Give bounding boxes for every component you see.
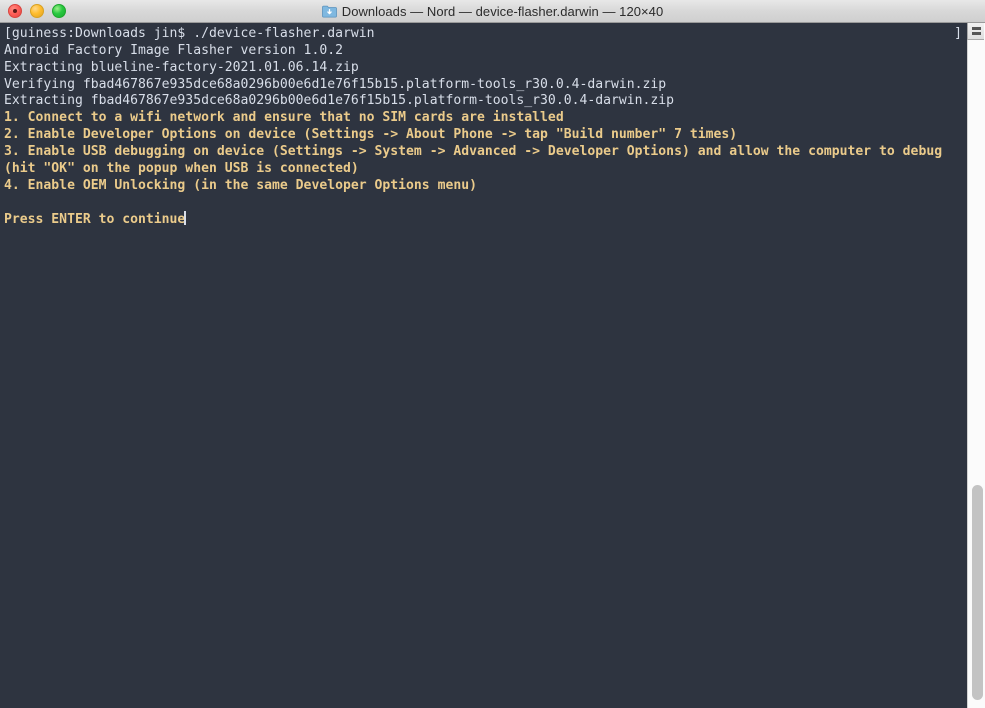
terminal-line-text: Press ENTER to continue: [4, 212, 186, 228]
terminal-output: [guiness:Downloads jin$ ./device-flasher…: [0, 26, 967, 228]
split-bar-bottom-icon: [971, 32, 981, 35]
terminal-window: Downloads — Nord — device-flasher.darwin…: [0, 0, 985, 708]
terminal-line: Extracting fbad467867e935dce68a0296b00e6…: [0, 93, 967, 110]
terminal-line: 2. Enable Developer Options on device (S…: [0, 127, 967, 144]
terminal-line-text: Extracting fbad467867e935dce68a0296b00e6…: [4, 93, 675, 109]
terminal-line-text: 1. Connect to a wifi network and ensure …: [4, 110, 564, 126]
terminal-line-text: (hit "OK" on the popup when USB is conne…: [4, 160, 359, 176]
terminal-line: 1. Connect to a wifi network and ensure …: [0, 110, 967, 127]
window-title-group: Downloads — Nord — device-flasher.darwin…: [0, 0, 985, 22]
terminal-line-text: 3. Enable USB debugging on device (Setti…: [4, 143, 943, 159]
terminal-line-text: Verifying fbad467867e935dce68a0296b00e6d…: [4, 76, 667, 92]
window-title-text: Downloads — Nord — device-flasher.darwin…: [341, 3, 664, 19]
terminal-line: Extracting blueline-factory-2021.01.06.1…: [0, 60, 967, 77]
zoom-button[interactable]: [52, 4, 66, 18]
terminal-line-text: Extracting blueline-factory-2021.01.06.1…: [4, 59, 359, 75]
terminal-line: Android Factory Image Flasher version 1.…: [0, 43, 967, 60]
terminal-line-text: Android Factory Image Flasher version 1.…: [4, 42, 343, 58]
downloads-folder-icon: [321, 5, 337, 18]
terminal-line-text: 4. Enable OEM Unlocking (in the same Dev…: [4, 177, 477, 193]
terminal-line: Press ENTER to continue: [0, 211, 967, 228]
terminal-line: (hit "OK" on the popup when USB is conne…: [0, 161, 967, 178]
terminal-line-text: 2. Enable Developer Options on device (S…: [4, 127, 738, 143]
terminal-line: Verifying fbad467867e935dce68a0296b00e6d…: [0, 77, 967, 94]
split-bar-top-icon: [971, 27, 981, 30]
terminal-line-text: [guiness:Downloads jin$ ./device-flasher…: [4, 26, 375, 41]
terminal-screen[interactable]: [guiness:Downloads jin$ ./device-flasher…: [0, 23, 967, 708]
terminal-line: [guiness:Downloads jin$ ./device-flasher…: [0, 26, 967, 43]
terminal-line: 3. Enable USB debugging on device (Setti…: [0, 144, 967, 161]
minimize-button[interactable]: [30, 4, 44, 18]
vertical-scrollbar-thumb[interactable]: [972, 485, 983, 700]
vertical-scrollbar-track[interactable]: [967, 23, 985, 708]
close-button[interactable]: [8, 4, 22, 18]
terminal-line: 4. Enable OEM Unlocking (in the same Dev…: [0, 178, 967, 195]
window-title-bar[interactable]: Downloads — Nord — device-flasher.darwin…: [0, 0, 985, 23]
text-cursor: [184, 211, 187, 226]
prompt-closing-bracket: ]: [954, 26, 962, 41]
split-pane-button[interactable]: [967, 23, 984, 40]
window-controls: [8, 0, 66, 22]
